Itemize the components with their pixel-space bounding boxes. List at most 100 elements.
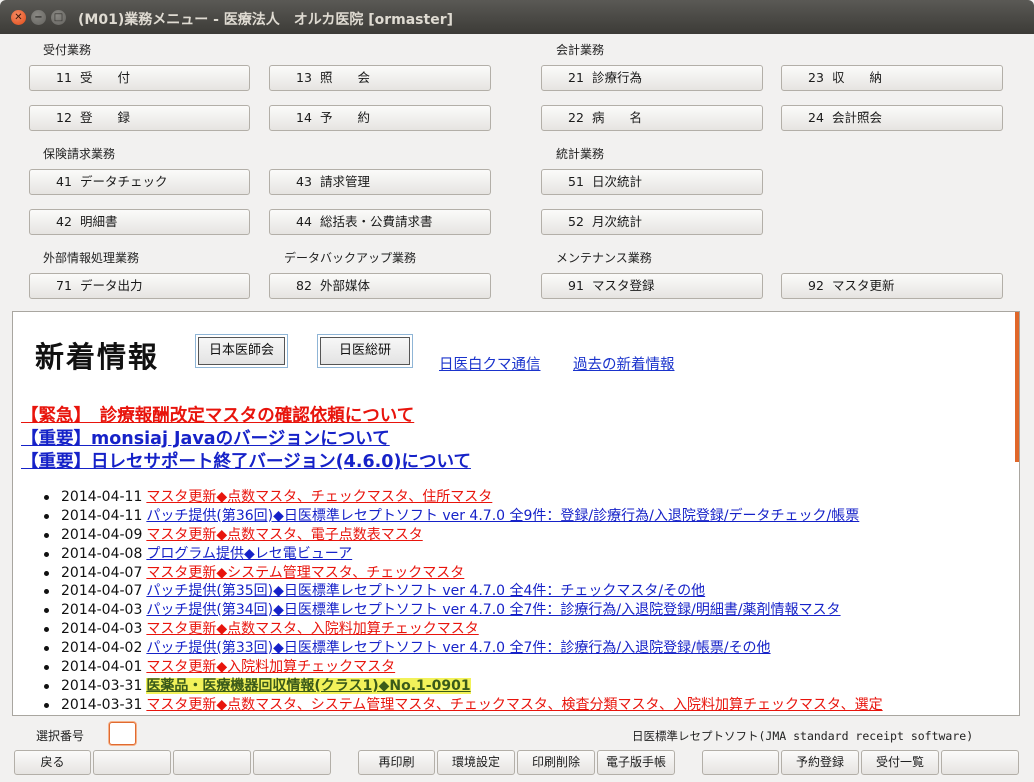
news-title: 新着情報 bbox=[35, 340, 160, 374]
notice-important-support-end[interactable]: 【重要】日レセサポート終了バージョン(4.6.0)について bbox=[21, 448, 471, 473]
e-medicine-notebook-button[interactable]: 電子版手帳 bbox=[597, 750, 675, 775]
news-link[interactable]: パッチ提供(第34回)◆日医標準レセプトソフト ver 4.7.0 全7件：診療… bbox=[146, 602, 840, 618]
kuma-news-link[interactable]: 日医白クマ通信 bbox=[439, 353, 541, 374]
jma-button[interactable]: 日本医師会 bbox=[195, 334, 289, 368]
news-date: 2014-04-07 bbox=[61, 583, 143, 600]
menu-button-reception[interactable]: 11 受 付 bbox=[29, 65, 250, 91]
news-item: 2014-03-31 医薬品・医療機器回収情報(クラス1)◆No.1-0901 bbox=[43, 677, 883, 696]
menu-label: 請求管理 bbox=[320, 174, 371, 189]
menu-label: 受 付 bbox=[80, 70, 131, 85]
window-maximize-button[interactable]: □ bbox=[51, 10, 66, 25]
news-item: 2014-04-07 パッチ提供(第35回)◆日医標準レセプトソフト ver 4.… bbox=[43, 582, 883, 601]
jma-button-label: 日本医師会 bbox=[198, 337, 286, 365]
past-news-link[interactable]: 過去の新着情報 bbox=[573, 353, 675, 374]
bullet-icon bbox=[44, 665, 49, 671]
menu-button-data-output[interactable]: 71 データ出力 bbox=[29, 273, 250, 299]
software-name: 日医標準レセプトソフト(JMA standard receipt softwar… bbox=[632, 729, 974, 743]
news-item: 2014-04-07 マスタ更新◆システム管理マスタ、チェックマスタ bbox=[43, 564, 883, 583]
menu-number: 21 bbox=[568, 70, 584, 85]
section-maintenance: メンテナンス業務 bbox=[556, 251, 652, 265]
menu-label: 会計照会 bbox=[832, 110, 883, 125]
bullet-icon bbox=[44, 608, 49, 614]
bullet-icon bbox=[44, 495, 49, 500]
orca-institute-button[interactable]: 日医総研 bbox=[317, 334, 414, 368]
bullet-icon bbox=[44, 702, 49, 708]
news-link[interactable]: マスタ更新◆点数マスタ、システム管理マスタ、チェックマスタ、検査分類マスタ、入院… bbox=[146, 697, 882, 713]
news-date: 2014-04-09 bbox=[61, 526, 143, 543]
news-link[interactable]: プログラム提供◆レセ電ビューア bbox=[146, 546, 352, 562]
function-key-9-button[interactable] bbox=[702, 750, 779, 775]
menu-button-treatment[interactable]: 21 診療行為 bbox=[541, 65, 763, 91]
menu-number: 13 bbox=[296, 70, 312, 85]
menu-button-daily-stats[interactable]: 51 日次統計 bbox=[541, 169, 763, 195]
menu-button-master-registration[interactable]: 91 マスタ登録 bbox=[541, 273, 763, 299]
menu-number: 22 bbox=[568, 110, 584, 125]
window-minimize-button[interactable]: − bbox=[31, 10, 46, 25]
menu-button-monthly-stats[interactable]: 52 月次統計 bbox=[541, 209, 763, 235]
section-statistics: 統計業務 bbox=[556, 147, 605, 161]
reception-list-button[interactable]: 受付一覧 bbox=[861, 750, 939, 775]
menu-number: 71 bbox=[56, 278, 72, 293]
orca-institute-button-label: 日医総研 bbox=[320, 337, 411, 365]
title-bar: ✕ − □ (M01)業務メニュー - 医療法人 オルカ医院 [ormaster… bbox=[0, 0, 1034, 34]
news-link[interactable]: マスタ更新◆点数マスタ、電子点数表マスタ bbox=[146, 527, 422, 543]
news-date: 2014-04-08 bbox=[61, 545, 143, 562]
appointment-registration-button[interactable]: 予約登録 bbox=[781, 750, 859, 775]
selection-number-input[interactable] bbox=[109, 722, 136, 745]
menu-label: 照 会 bbox=[320, 70, 371, 85]
menu-button-registration[interactable]: 12 登 録 bbox=[29, 105, 250, 131]
menu-button-data-check[interactable]: 41 データチェック bbox=[29, 169, 250, 195]
selection-number-label: 選択番号 bbox=[36, 729, 85, 743]
news-date: 2014-03-31 bbox=[61, 696, 143, 713]
function-key-12-button[interactable] bbox=[941, 750, 1019, 775]
menu-label: 月次統計 bbox=[592, 214, 643, 229]
menu-number: 11 bbox=[56, 70, 72, 85]
news-link[interactable]: マスタ更新◆入院料加算チェックマスタ bbox=[146, 659, 395, 675]
function-key-4-button[interactable] bbox=[253, 750, 331, 775]
news-link[interactable]: パッチ提供(第35回)◆日医標準レセプトソフト ver 4.7.0 全4件：チェ… bbox=[146, 583, 705, 599]
news-link[interactable]: マスタ更新◆システム管理マスタ、チェックマスタ bbox=[146, 565, 464, 581]
news-item: 2014-04-02 パッチ提供(第33回)◆日医標準レセプトソフト ver 4.… bbox=[43, 639, 883, 658]
menu-label: データ出力 bbox=[80, 278, 143, 293]
environment-settings-button[interactable]: 環境設定 bbox=[437, 750, 515, 775]
news-item: 2014-04-03 パッチ提供(第34回)◆日医標準レセプトソフト ver 4.… bbox=[43, 601, 883, 620]
menu-button-inquiry[interactable]: 13 照 会 bbox=[269, 65, 491, 91]
menu-number: 44 bbox=[296, 214, 312, 229]
news-date: 2014-04-11 bbox=[61, 507, 143, 524]
print-delete-button[interactable]: 印刷削除 bbox=[517, 750, 595, 775]
function-key-2-button[interactable] bbox=[93, 750, 171, 775]
function-key-3-button[interactable] bbox=[173, 750, 251, 775]
news-link[interactable]: マスタ更新◆点数マスタ、チェックマスタ、住所マスタ bbox=[146, 489, 492, 505]
menu-button-payment[interactable]: 23 収 納 bbox=[781, 65, 1003, 91]
news-item: 2014-04-03 マスタ更新◆点数マスタ、入院料加算チェックマスタ bbox=[43, 620, 883, 639]
menu-button-external-media[interactable]: 82 外部媒体 bbox=[269, 273, 491, 299]
menu-button-master-update[interactable]: 92 マスタ更新 bbox=[781, 273, 1003, 299]
news-link[interactable]: パッチ提供(第33回)◆日医標準レセプトソフト ver 4.7.0 全7件：診療… bbox=[146, 640, 770, 656]
menu-label: 予 約 bbox=[320, 110, 371, 125]
news-scrollbar[interactable] bbox=[1015, 312, 1019, 462]
news-link[interactable]: マスタ更新◆点数マスタ、入院料加算チェックマスタ bbox=[146, 621, 478, 637]
menu-button-disease[interactable]: 22 病 名 bbox=[541, 105, 763, 131]
news-link[interactable]: 医薬品・医療機器回収情報(クラス1)◆No.1-0901 bbox=[146, 677, 471, 694]
news-item: 2014-04-11 パッチ提供(第36回)◆日医標準レセプトソフト ver 4.… bbox=[43, 507, 883, 526]
menu-button-summary-public-claim[interactable]: 44 総括表・公費請求書 bbox=[269, 209, 491, 235]
section-accounting: 会計業務 bbox=[556, 43, 605, 57]
news-link[interactable]: パッチ提供(第36回)◆日医標準レセプトソフト ver 4.7.0 全9件：登録… bbox=[146, 508, 859, 524]
notice-urgent[interactable]: 【緊急】 診療報酬改定マスタの確認依頼について bbox=[21, 402, 414, 427]
menu-button-claim-management[interactable]: 43 請求管理 bbox=[269, 169, 491, 195]
menu-label: 外部媒体 bbox=[320, 278, 371, 293]
section-backup: データバックアップ業務 bbox=[284, 251, 417, 265]
window-close-button[interactable]: ✕ bbox=[11, 10, 26, 25]
menu-label: 明細書 bbox=[80, 214, 118, 229]
news-item: 2014-04-09 マスタ更新◆点数マスタ、電子点数表マスタ bbox=[43, 526, 883, 545]
news-date: 2014-03-31 bbox=[61, 677, 143, 694]
menu-button-accounting-inquiry[interactable]: 24 会計照会 bbox=[781, 105, 1003, 131]
back-button[interactable]: 戻る bbox=[14, 750, 91, 775]
menu-label: 総括表・公費請求書 bbox=[320, 214, 433, 229]
bullet-icon bbox=[44, 627, 49, 633]
menu-button-statement[interactable]: 42 明細書 bbox=[29, 209, 250, 235]
bullet-icon bbox=[44, 570, 49, 576]
menu-button-appointment[interactable]: 14 予 約 bbox=[269, 105, 491, 131]
notice-important-java[interactable]: 【重要】monsiaj Javaのバージョンについて bbox=[21, 425, 390, 450]
reprint-button[interactable]: 再印刷 bbox=[358, 750, 435, 775]
